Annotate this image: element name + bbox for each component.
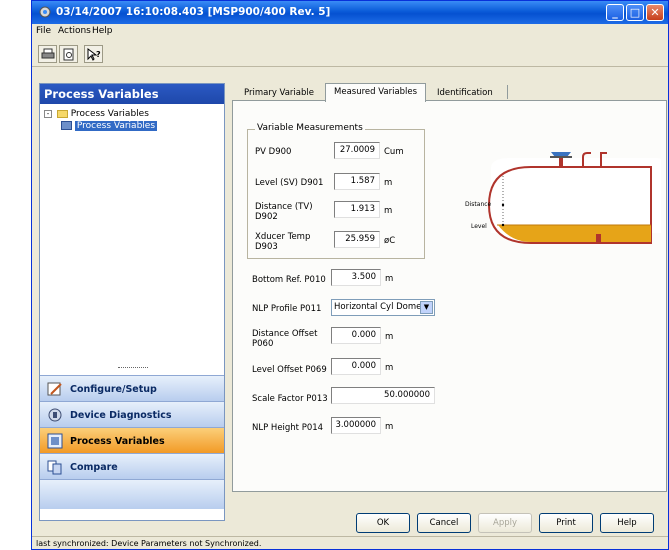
context-help-icon: ? [87,48,101,61]
ok-button[interactable]: OK [356,513,410,533]
xducer-temp-unit: øC [384,236,396,246]
tab-separator [507,85,508,99]
menu-help[interactable]: Help [92,26,113,36]
variables-icon [61,121,72,130]
maximize-button[interactable]: □ [626,4,644,21]
distance-label: Distance (TV) D902 [255,202,313,222]
device-diagnostics-icon [48,408,62,422]
nlp-height-label: NLP Height P014 [252,423,324,433]
app-gear-icon [39,6,51,18]
nlp-height-unit: m [385,422,394,432]
pv-value: 27.0009 [334,142,380,159]
print-dialog-button[interactable]: Print [539,513,593,533]
nlp-profile-value: Horizontal Cyl Domed [334,302,427,312]
tree-root-item[interactable]: - Process Variables [44,109,149,119]
xducer-temp-label: Xducer Temp D903 [255,232,311,252]
menu-file[interactable]: File [36,26,51,36]
group-title: Variable Measurements [255,123,365,133]
nav-label: Configure/Setup [70,384,157,395]
diagram-distance-label: Distance [465,201,492,208]
scale-factor-label: Scale Factor P013 [252,394,328,404]
splitter-grip[interactable] [118,367,148,369]
dropdown-arrow-icon[interactable]: ▼ [420,301,433,314]
xducer-temp-value: 25.959 [334,231,380,248]
distance-offset-label: Distance Offset P060 [252,329,318,349]
configure-setup-icon [47,382,62,396]
nav-label: Device Diagnostics [70,410,172,421]
bottom-ref-unit: m [385,274,394,284]
print-preview-icon [63,48,73,61]
distance-value: 1.913 [334,201,380,218]
close-button[interactable]: ✕ [646,4,664,21]
level-unit: m [384,178,393,188]
level-value: 1.587 [334,173,380,190]
tab-primary-variable[interactable]: Primary Variable [236,85,322,101]
left-panel: Process Variables - Process Variables Pr… [39,83,225,521]
nlp-profile-label: NLP Profile P011 [252,304,322,314]
tab-measured-variables[interactable]: Measured Variables [325,83,427,102]
distance-unit: m [384,206,393,216]
process-variables-icon [47,433,63,449]
menu-bar: File Actions Help [32,24,668,39]
tab-identification[interactable]: Identification [429,85,501,101]
level-offset-label: Level Offset P069 [252,365,327,375]
context-help-button[interactable]: ? [84,45,103,63]
nav-label: Compare [70,462,118,473]
cancel-button[interactable]: Cancel [417,513,471,533]
pv-unit: Cum [384,147,404,157]
help-button[interactable]: Help [600,513,654,533]
nlp-height-field[interactable]: 3.000000 [331,417,381,434]
window-title: 03/14/2007 16:10:08.403 [MSP900/400 Rev.… [56,6,331,18]
tree-child-item[interactable]: Process Variables [61,121,158,131]
nav-compare[interactable]: Compare [40,453,224,479]
printer-icon [41,48,54,59]
bottom-ref-field[interactable]: 3.500 [331,269,381,286]
bottom-ref-label: Bottom Ref. P010 [252,275,326,285]
level-offset-field[interactable]: 0.000 [331,358,381,375]
tab-strip: Primary Variable Measured Variables Iden… [232,83,667,102]
level-label: Level (SV) D901 [255,178,324,188]
tab-content: Variable Measurements PV D900 27.0009 Cu… [232,100,667,492]
distance-offset-field[interactable]: 0.000 [331,327,381,344]
left-panel-header: Process Variables [40,84,224,104]
title-bar[interactable]: 03/14/2007 16:10:08.403 [MSP900/400 Rev.… [32,1,668,24]
level-offset-unit: m [385,363,394,373]
folder-icon [56,109,68,118]
tree-child-label: Process Variables [74,121,158,131]
scale-factor-field[interactable]: 50.000000 [331,387,435,404]
nlp-profile-select[interactable]: Horizontal Cyl Domed ▼ [331,299,435,316]
collapse-icon[interactable]: - [44,109,52,118]
status-bar: last synchronized: Device Parameters not… [32,536,668,549]
pv-label: PV D900 [255,147,292,157]
toolbar: ? [32,41,668,67]
print-button[interactable] [38,45,57,63]
svg-text:?: ? [96,50,101,59]
minimize-button[interactable]: _ [606,4,624,21]
nav-configure-setup[interactable]: Configure/Setup [40,375,224,401]
diagram-level-label: Level [471,223,487,230]
nav-label: Process Variables [70,436,165,447]
tree-root-label: Process Variables [70,109,149,119]
menu-actions[interactable]: Actions [58,26,91,36]
distance-offset-unit: m [385,332,394,342]
print-preview-button[interactable] [59,45,78,63]
compare-icon [47,460,62,475]
apply-button[interactable]: Apply [478,513,532,533]
app-window: 03/14/2007 16:10:08.403 [MSP900/400 Rev.… [31,0,669,550]
nav-process-variables[interactable]: Process Variables [40,427,224,453]
nav-empty-area [40,479,224,509]
nav-device-diagnostics[interactable]: Device Diagnostics [40,401,224,427]
